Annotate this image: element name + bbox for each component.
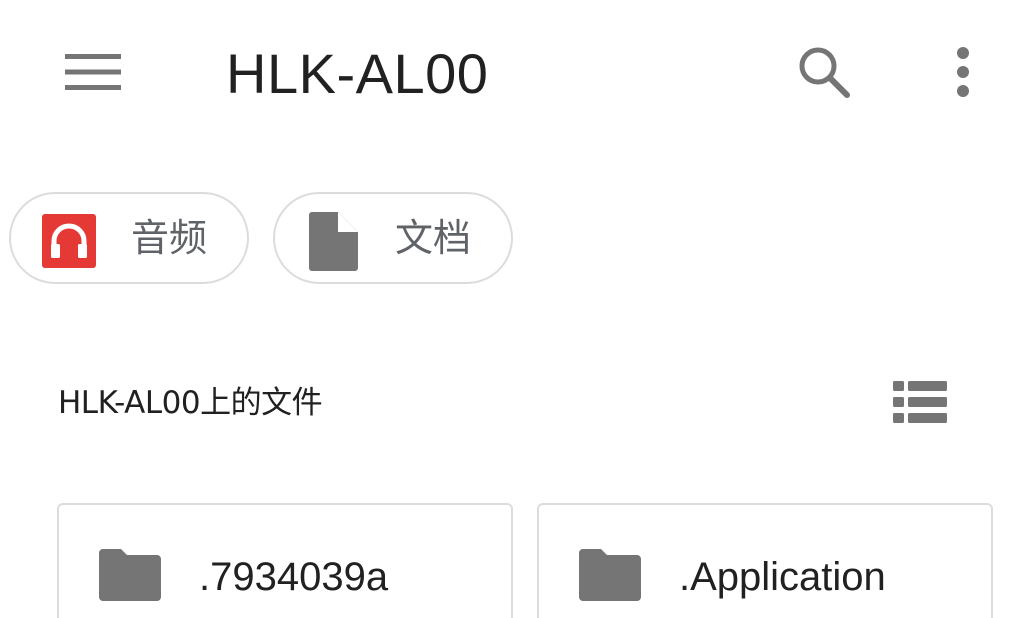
- chip-audio[interactable]: 音频: [9, 192, 249, 284]
- app-title: HLK-AL00: [226, 42, 489, 105]
- more-options-button[interactable]: [930, 36, 996, 108]
- more-vert-icon: [957, 47, 969, 97]
- folder-name: .7934039a: [199, 555, 389, 599]
- menu-icon: [65, 54, 121, 90]
- file-manager-app: HLK-AL00 音频 文档 HLK-AL00上的文件 .7934039a .A…: [0, 0, 1025, 618]
- folder-name: .Application: [679, 555, 886, 599]
- document-icon: [309, 212, 358, 271]
- folder-icon: [579, 549, 641, 601]
- chip-documents[interactable]: 文档: [273, 192, 513, 284]
- search-button[interactable]: [788, 36, 860, 108]
- chip-documents-label: 文档: [395, 216, 472, 260]
- list-view-icon: [893, 381, 947, 423]
- folder-icon: [99, 549, 161, 601]
- chip-audio-label: 音频: [131, 216, 208, 260]
- folder-card[interactable]: .Application: [537, 503, 993, 618]
- list-view-toggle[interactable]: [884, 368, 956, 436]
- folder-card[interactable]: .7934039a: [57, 503, 513, 618]
- menu-button[interactable]: [52, 36, 134, 108]
- toolbar: HLK-AL00: [0, 0, 1025, 150]
- headphones-icon: [42, 214, 96, 268]
- section-title: HLK-AL00上的文件: [58, 385, 323, 421]
- search-icon: [799, 47, 850, 98]
